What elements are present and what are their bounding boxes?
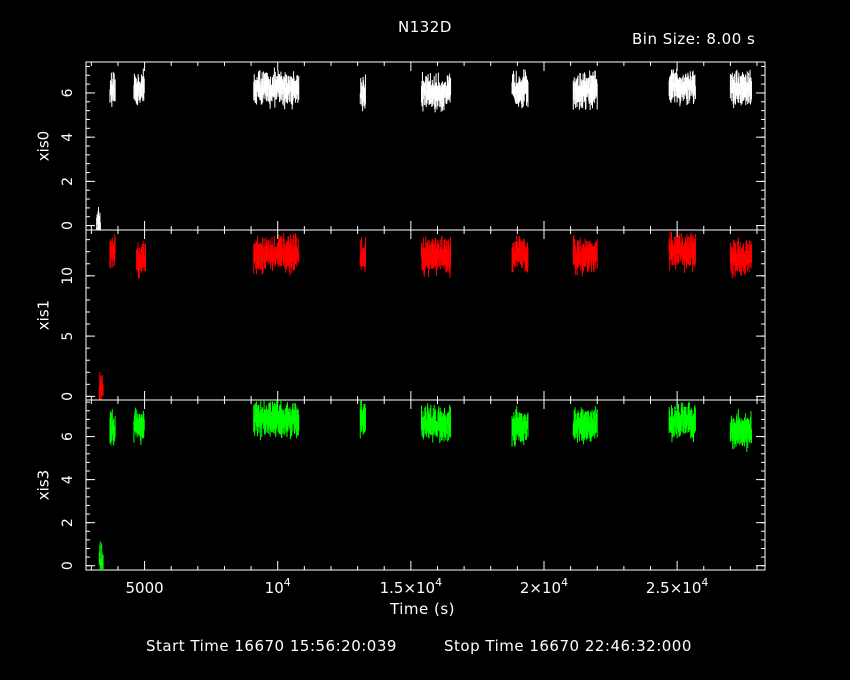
y-tick-label: 10 [60,267,76,285]
y-tick-label: 2 [60,518,76,527]
data-segment [96,207,101,230]
panel-xis1: 0 5 10 xis1 [35,229,766,401]
data-segment [359,400,366,439]
y-tick-label: 0 [60,561,76,570]
data-segment [253,400,300,441]
data-segment [253,232,300,276]
data-segment [98,541,104,570]
y-tick-label: 0 [60,392,76,401]
data-segment [136,241,146,279]
x-tick-label: 2×104 [520,576,568,597]
panel-xis3: 0 2 4 6 xis3 [35,399,766,571]
lightcurve-plot: 0 2 4 6 xis0 0 5 10 xis1 0 2 4 6 xis3 5000 104 1.5×104 2×… [35,61,766,597]
panel-xis0: 0 2 4 6 xis0 [35,61,766,231]
y-tick-label: 6 [60,432,76,441]
y-tick-label: 2 [60,177,76,186]
data-segment [668,231,696,274]
x-tick-label: 5000 [125,579,163,597]
data-segment [421,235,452,278]
y-tick-label: 5 [60,332,76,341]
data-segment [421,72,452,113]
data-segment [511,69,529,109]
y-tick-label: 6 [60,88,76,97]
data-segment [109,71,116,107]
y-axis-label: xis0 [35,131,53,161]
data-segment [572,406,598,445]
y-axis-label: xis1 [35,300,53,330]
y-axis-label: xis3 [35,470,53,500]
x-tick-label: 104 [265,576,291,597]
y-tick-label: 0 [60,221,76,230]
data-segment [421,403,452,444]
data-segment [572,70,598,111]
data-segment [359,237,366,272]
x-axis-label: Time (s) [390,600,455,618]
chart-title: N132D [398,18,452,36]
data-segment [359,74,366,112]
data-segment [668,68,696,107]
panels-group: 0 2 4 6 xis0 0 5 10 xis1 0 2 4 6 xis3 5000 104 1.5×104 2×… [35,61,766,597]
data-segment [729,408,752,452]
data-segment [133,407,145,446]
data-segment [729,69,752,109]
data-segment [133,68,145,106]
start-time: Start Time 16670 15:56:20:039 [146,637,397,655]
data-segment [729,237,752,279]
bin-size-label: Bin Size: 8.00 s [632,30,756,48]
data-segment [98,371,104,400]
data-segment [572,235,598,277]
data-segment [253,67,300,110]
y-tick-label: 4 [60,133,76,142]
x-tick-label: 1.5×104 [380,576,443,597]
x-tick-label: 2.5×104 [646,576,709,597]
data-segment [109,234,116,269]
y-tick-label: 4 [60,475,76,484]
stop-time: Stop Time 16670 22:46:32:000 [444,637,692,655]
data-segment [511,235,529,273]
data-segment [668,401,696,443]
data-segment [109,409,116,446]
data-segment [511,406,529,447]
